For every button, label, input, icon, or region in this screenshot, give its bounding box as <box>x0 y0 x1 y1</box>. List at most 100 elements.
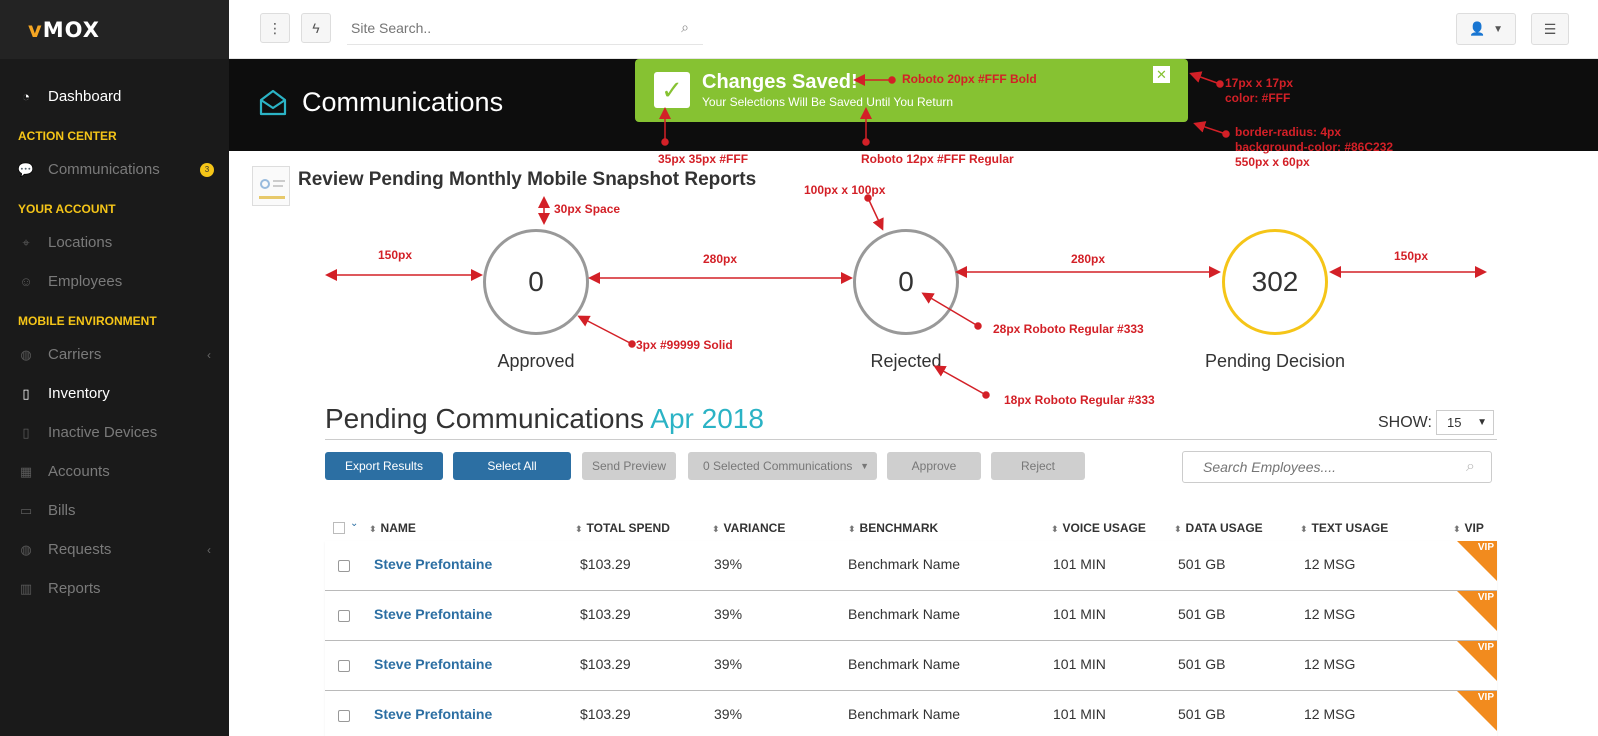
sidebar-item-requests[interactable]: ◍ Requests ‹ <box>0 530 229 569</box>
sidebar-item-inactive-devices[interactable]: ▯ Inactive Devices <box>0 413 229 452</box>
annotation-label: background-color: #86C232 <box>1235 140 1394 154</box>
lightning-icon: ϟ <box>312 20 320 36</box>
column-header-data-usage[interactable]: ⬍ DATA USAGE <box>1174 515 1263 542</box>
sidebar-item-employees[interactable]: ☺ Employees <box>0 262 229 301</box>
logo[interactable]: vMOX <box>28 18 100 42</box>
page-size-select[interactable]: 15 ▼ <box>1436 410 1494 435</box>
sidebar-item-label: Accounts <box>48 463 110 480</box>
table-row[interactable]: Steve Prefontaine $103.29 39% Benchmark … <box>325 541 1497 591</box>
logo-bar: vMOX <box>0 0 229 59</box>
column-header-text-usage[interactable]: ⬍ TEXT USAGE <box>1300 515 1388 542</box>
envelope-open-icon <box>258 87 288 117</box>
pending-count-circle[interactable]: 302 <box>1222 229 1328 335</box>
variance-cell: 39% <box>714 606 743 622</box>
sidebar-item-accounts[interactable]: ▦ Accounts <box>0 452 229 491</box>
column-header-voice-usage[interactable]: ⬍ VOICE USAGE <box>1051 515 1146 542</box>
table-row[interactable]: Steve Prefontaine $103.29 39% Benchmark … <box>325 641 1497 691</box>
column-header-label: NAME <box>380 521 416 535</box>
voice-usage-cell: 101 MIN <box>1053 706 1106 722</box>
sort-icon: ⬍ <box>1300 524 1308 534</box>
sort-icon: ⬍ <box>369 524 377 534</box>
rejected-count-circle[interactable]: 0 <box>853 229 959 335</box>
caret-down-icon: ▼ <box>1477 417 1487 428</box>
sidebar-item-reports[interactable]: ▥ Reports <box>0 569 229 608</box>
close-icon[interactable]: ✕ <box>1153 66 1170 83</box>
more-vertical-button[interactable]: ⋮ <box>260 13 290 43</box>
sidebar-item-label: Requests <box>48 541 112 558</box>
sidebar-item-dashboard[interactable]: ◔ Dashboard <box>0 77 229 116</box>
benchmark-cell: Benchmark Name <box>848 606 961 622</box>
select-all-button[interactable]: Select All <box>453 452 571 480</box>
search-icon[interactable]: ⌕ <box>1466 458 1475 476</box>
data-usage-cell: 501 GB <box>1178 706 1226 722</box>
vip-label: VIP <box>1477 592 1494 603</box>
column-header-vip[interactable]: ⬍ VIP <box>1453 515 1484 542</box>
report-thumbnail <box>252 166 290 206</box>
employee-search-input[interactable] <box>1183 452 1443 482</box>
list-icon: ☰ <box>1543 20 1557 37</box>
sort-icon: ⬍ <box>1051 524 1059 534</box>
chevron-down-icon[interactable]: ⌄ <box>350 518 358 529</box>
pending-label: Pending Decision <box>1204 351 1346 371</box>
row-checkbox[interactable] <box>338 660 350 672</box>
column-header-variance[interactable]: ⬍ VARIANCE <box>712 515 785 542</box>
variance-cell: 39% <box>714 706 743 722</box>
variance-cell: 39% <box>714 556 743 572</box>
sidebar-item-locations[interactable]: ⌖ Locations <box>0 223 229 262</box>
sidebar-item-label: Employees <box>48 273 123 290</box>
column-header-name[interactable]: ⬍ NAME <box>369 515 416 542</box>
reject-button[interactable]: Reject <box>991 452 1085 480</box>
globe-icon: ◍ <box>20 541 32 557</box>
sidebar-item-bills[interactable]: ▭ Bills <box>0 491 229 530</box>
row-checkbox[interactable] <box>338 560 350 572</box>
annotation-label: 150px <box>378 248 413 262</box>
data-usage-cell: 501 GB <box>1178 556 1226 572</box>
annotation-label: 28px Roboto Regular #333 <box>993 322 1144 336</box>
site-search-input[interactable] <box>347 13 667 43</box>
sidebar-item-label: Inactive Devices <box>48 424 158 441</box>
employee-name-link[interactable]: Steve Prefontaine <box>374 706 492 722</box>
user-menu-button[interactable]: 👤 ▼ <box>1456 13 1516 45</box>
selected-communications-dropdown[interactable]: 0 Selected Communications ▼ <box>688 452 877 480</box>
annotation-label: Roboto 12px #FFF Regular <box>861 152 1014 166</box>
data-usage-cell: 501 GB <box>1178 606 1226 622</box>
quick-action-button[interactable]: ϟ <box>301 13 331 43</box>
row-checkbox[interactable] <box>338 710 350 722</box>
sidebar-item-communications[interactable]: 💬 Communications 3 <box>0 150 229 189</box>
variance-cell: 39% <box>714 656 743 672</box>
employee-name-link[interactable]: Steve Prefontaine <box>374 656 492 672</box>
approve-button[interactable]: Approve <box>887 452 981 480</box>
approved-count-circle[interactable]: 0 <box>483 229 589 335</box>
vip-label: VIP <box>1477 692 1494 703</box>
logo-text: MOX <box>42 17 100 42</box>
row-checkbox[interactable] <box>338 610 350 622</box>
benchmark-cell: Benchmark Name <box>848 556 961 572</box>
employee-name-link[interactable]: Steve Prefontaine <box>374 556 492 572</box>
export-results-button[interactable]: Export Results <box>325 452 443 480</box>
select-all-checkbox[interactable] <box>333 522 345 534</box>
folder-icon: ▭ <box>19 502 33 518</box>
dashboard-gauge-icon: ◔ <box>22 89 30 104</box>
grid-icon: ▦ <box>19 463 33 479</box>
column-header-total-spend[interactable]: ⬍ TOTAL SPEND <box>575 515 670 542</box>
column-header-benchmark[interactable]: ⬍ BENCHMARK <box>848 515 938 542</box>
sidebar-item-inventory[interactable]: ▯ Inventory <box>0 374 229 413</box>
vip-ribbon: VIP <box>1457 641 1497 681</box>
table-row[interactable]: Steve Prefontaine $103.29 39% Benchmark … <box>325 691 1497 736</box>
toast-title: Changes Saved! <box>702 71 858 93</box>
sort-icon: ⬍ <box>848 524 856 534</box>
map-pin-icon: ⌖ <box>22 234 30 250</box>
search-icon[interactable]: ⌕ <box>681 19 689 36</box>
section-mobile-environment: MOBILE ENVIRONMENT <box>18 314 157 328</box>
vip-ribbon: VIP <box>1457 691 1497 731</box>
column-header-label: DATA USAGE <box>1185 521 1263 535</box>
table-row[interactable]: Steve Prefontaine $103.29 39% Benchmark … <box>325 591 1497 641</box>
sidebar-item-label: Carriers <box>48 346 102 363</box>
annotation-label: color: #FFF <box>1225 91 1291 105</box>
chevron-left-icon: ‹ <box>207 542 211 557</box>
employee-name-link[interactable]: Steve Prefontaine <box>374 606 492 622</box>
sidebar-item-carriers[interactable]: ◍ Carriers ‹ <box>0 335 229 374</box>
panel-toggle-button[interactable]: ☰ <box>1531 13 1569 45</box>
send-preview-button[interactable]: Send Preview <box>582 452 676 480</box>
annotation-label: 150px <box>1394 249 1429 263</box>
